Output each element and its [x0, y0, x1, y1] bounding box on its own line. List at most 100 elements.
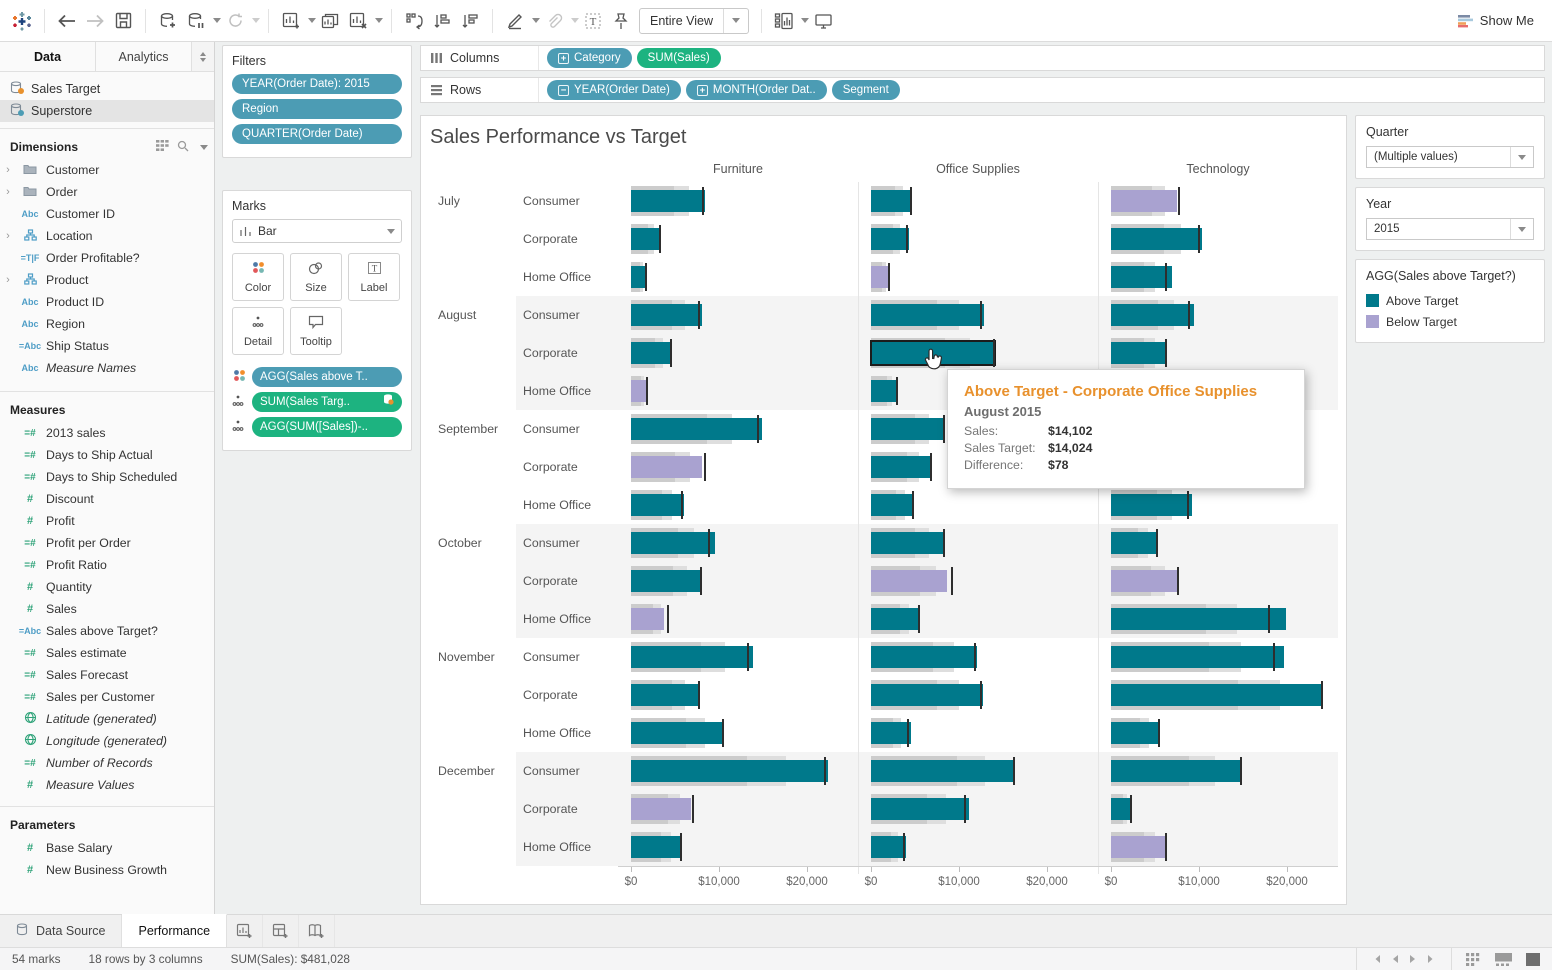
sales-bar[interactable]	[871, 684, 983, 706]
sheet-tab[interactable]: Performance	[122, 914, 228, 947]
dimension-field[interactable]: =T|F Order Profitable?	[0, 247, 214, 269]
sales-bar[interactable]	[1111, 684, 1324, 706]
sales-bar[interactable]	[1111, 836, 1166, 858]
presentation-mode-button[interactable]	[809, 6, 837, 36]
expand-chevron-icon[interactable]: ›	[0, 230, 14, 242]
sheet-nav-arrows[interactable]	[1356, 947, 1452, 970]
duplicate-sheet-button[interactable]	[316, 6, 344, 36]
pause-updates-button[interactable]	[182, 6, 210, 36]
sales-bar[interactable]	[631, 532, 715, 554]
sales-bar[interactable]	[1111, 228, 1202, 250]
sales-bar[interactable]	[871, 646, 978, 668]
columns-shelf-pill[interactable]: + Category	[547, 48, 632, 68]
sales-bar[interactable]	[1111, 304, 1194, 326]
dimension-field[interactable]: › Location	[0, 225, 214, 247]
data-source-item[interactable]: Sales Target	[0, 78, 214, 100]
measure-field[interactable]: Longitude (generated)	[0, 730, 214, 752]
measure-field[interactable]: Latitude (generated)	[0, 708, 214, 730]
sales-bar[interactable]	[631, 190, 705, 212]
undo-button[interactable]	[53, 6, 81, 36]
sheet-tab[interactable]: Data Source	[0, 915, 123, 947]
dimension-field[interactable]: Abc Measure Names	[0, 357, 214, 379]
measure-field[interactable]: =# Sales per Customer	[0, 686, 214, 708]
measure-field[interactable]: =# Profit per Order	[0, 532, 214, 554]
size-button[interactable]: Size	[290, 253, 342, 301]
tab-data[interactable]: Data	[0, 42, 96, 71]
data-source-item[interactable]: Superstore	[0, 100, 214, 122]
marks-pill[interactable]: SUM(Sales Targ..	[252, 392, 402, 412]
sales-bar[interactable]	[631, 570, 703, 592]
measure-field[interactable]: =# Sales estimate	[0, 642, 214, 664]
new-dashboard-tab-button[interactable]	[263, 915, 300, 947]
sales-bar[interactable]	[871, 760, 1015, 782]
view-full-icon[interactable]	[1526, 952, 1540, 966]
measure-field[interactable]: =# Number of Records	[0, 752, 214, 774]
marks-pill[interactable]: AGG(SUM([Sales])-..	[252, 417, 402, 437]
collapse-minus-icon[interactable]: −	[558, 84, 569, 96]
sort-descending-button[interactable]	[456, 6, 484, 36]
highlight-caret[interactable]	[532, 18, 540, 23]
quarter-filter-dropdown[interactable]: (Multiple values)	[1366, 146, 1534, 168]
sales-bar[interactable]	[1111, 570, 1177, 592]
sales-bar[interactable]	[871, 228, 909, 250]
sales-bar[interactable]	[631, 836, 683, 858]
new-worksheet-caret[interactable]	[308, 18, 316, 23]
parameter-field[interactable]: # Base Salary	[0, 837, 214, 859]
redo-button[interactable]	[81, 6, 109, 36]
refresh-caret[interactable]	[252, 18, 260, 23]
sales-bar[interactable]	[631, 684, 700, 706]
sort-ascending-button[interactable]	[428, 6, 456, 36]
sales-bar[interactable]	[1111, 608, 1287, 630]
sales-bar[interactable]	[871, 532, 945, 554]
show-me-button[interactable]: Show Me	[1457, 13, 1544, 28]
fix-axes-pin-icon[interactable]	[607, 6, 635, 36]
sales-bar[interactable]	[1111, 190, 1177, 212]
save-icon[interactable]	[109, 6, 137, 36]
dimension-field[interactable]: Abc Region	[0, 313, 214, 335]
sales-bar[interactable]	[1111, 342, 1168, 364]
filter-pill[interactable]: YEAR(Order Date): 2015	[232, 74, 402, 94]
rows-shelf-pill[interactable]: Segment	[831, 80, 900, 100]
dimension-field[interactable]: › Product	[0, 269, 214, 291]
new-worksheet-tab-button[interactable]	[227, 915, 264, 947]
expand-chevron-icon[interactable]: ›	[0, 164, 14, 176]
clear-sheet-button[interactable]	[344, 6, 372, 36]
sales-bar[interactable]	[631, 608, 665, 630]
sales-bar[interactable]	[631, 380, 646, 402]
expand-chevron-icon[interactable]: ›	[0, 274, 14, 286]
view-filmstrip-icon[interactable]	[1495, 952, 1512, 966]
sales-bar[interactable]	[631, 456, 703, 478]
measure-field[interactable]: =# 2013 sales	[0, 422, 214, 444]
highlight-pen-icon[interactable]	[501, 6, 529, 36]
sales-bar[interactable]	[631, 798, 691, 820]
sales-bar[interactable]	[871, 380, 899, 402]
sales-bar[interactable]	[631, 646, 754, 668]
sales-bar[interactable]	[871, 304, 984, 326]
fit-dropdown-caret[interactable]	[723, 8, 748, 33]
view-tiles-icon[interactable]	[1466, 952, 1481, 966]
parameter-field[interactable]: # New Business Growth	[0, 859, 214, 881]
measure-field[interactable]: =# Profit Ratio	[0, 554, 214, 576]
tab-analytics[interactable]: Analytics	[96, 42, 192, 71]
sales-bar[interactable]	[631, 228, 661, 250]
dimension-field[interactable]: Abc Product ID	[0, 291, 214, 313]
filter-pill[interactable]: Region	[232, 99, 402, 119]
rows-shelf[interactable]: Rows − YEAR(Order Date) + MONTH(Order Dat..…	[420, 77, 1545, 103]
sales-bar[interactable]	[1111, 760, 1243, 782]
dimension-field[interactable]: =Abc Ship Status	[0, 335, 214, 357]
sales-bar[interactable]	[631, 722, 725, 744]
sales-bar[interactable]	[871, 722, 911, 744]
show-mark-labels-caret[interactable]	[801, 18, 809, 23]
panel-sort-icon[interactable]	[192, 42, 214, 71]
mark-type-dropdown[interactable]: Bar	[232, 219, 402, 243]
sales-bar[interactable]	[871, 190, 913, 212]
new-datasource-button[interactable]	[154, 6, 182, 36]
label-button[interactable]: T Label	[348, 253, 400, 301]
dimensions-menu-caret[interactable]	[200, 144, 208, 150]
sales-bar[interactable]	[1111, 646, 1285, 668]
rows-shelf-pill[interactable]: + MONTH(Order Dat..	[685, 80, 827, 100]
worksheet-view[interactable]: Sales Performance vs Target Furniture Off…	[420, 115, 1347, 905]
sales-bar[interactable]	[631, 418, 763, 440]
chart-area[interactable]: July Consumer Corporate Home Office August Co…	[421, 182, 1338, 866]
sales-bar[interactable]	[1111, 722, 1160, 744]
